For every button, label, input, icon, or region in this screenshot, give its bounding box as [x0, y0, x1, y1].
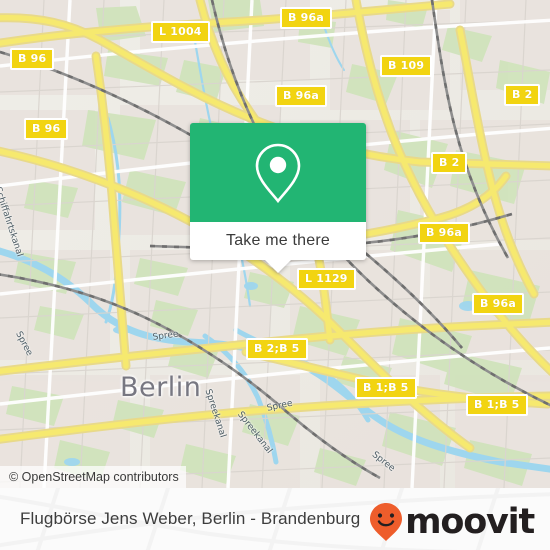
callout-tail: [265, 260, 291, 273]
location-title: Flugbörse Jens Weber, Berlin - Brandenbu…: [20, 509, 361, 528]
road-shield[interactable]: L 1004: [151, 21, 210, 43]
footer-bar: Flugbörse Jens Weber, Berlin - Brandenbu…: [0, 488, 550, 550]
map-attribution[interactable]: © OpenStreetMap contributors: [0, 466, 186, 488]
road-shield[interactable]: B 96a: [418, 222, 470, 244]
road-shield[interactable]: B 96: [10, 48, 55, 70]
take-me-there-label: Take me there: [226, 232, 330, 249]
road-shield[interactable]: B 2: [431, 152, 468, 174]
map-viewport[interactable]: Schiffahrtskanal Spree Spree Spreekanal …: [0, 0, 550, 488]
road-shield[interactable]: B 2;B 5: [246, 338, 308, 360]
take-me-there-button[interactable]: Take me there: [190, 222, 366, 273]
road-shield[interactable]: B 96: [24, 118, 69, 140]
road-shield[interactable]: B 96a: [472, 293, 524, 315]
city-label-berlin: Berlin: [120, 372, 202, 403]
road-shield[interactable]: B 109: [380, 55, 433, 77]
map-pin-icon: [255, 143, 301, 203]
moovit-wordmark: moovit: [405, 501, 535, 542]
moovit-logo[interactable]: moovit: [369, 501, 535, 542]
moovit-pin-smile-icon: [370, 503, 403, 541]
location-callout[interactable]: Take me there: [190, 123, 366, 273]
road-shield[interactable]: B 1;B 5: [355, 377, 417, 399]
road-shield[interactable]: B 1;B 5: [466, 394, 528, 416]
road-shield[interactable]: B 2: [504, 84, 541, 106]
moovit-map-share-view: Schiffahrtskanal Spree Spree Spreekanal …: [0, 0, 550, 550]
callout-header: [190, 123, 366, 222]
road-shield[interactable]: B 96a: [275, 85, 327, 107]
road-shield[interactable]: L 1129: [297, 268, 356, 290]
road-shield[interactable]: B 96a: [280, 7, 332, 29]
